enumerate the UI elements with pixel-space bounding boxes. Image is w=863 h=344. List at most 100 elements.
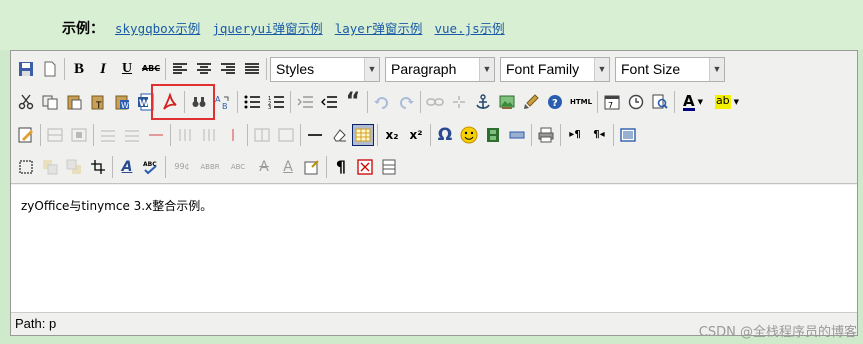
- strikethrough-button[interactable]: ABC: [140, 58, 162, 80]
- html-source-button[interactable]: HTML: [568, 91, 594, 113]
- insert-col-after-icon[interactable]: [198, 124, 220, 146]
- link-icon[interactable]: [424, 91, 446, 113]
- delete-row-icon[interactable]: [145, 124, 167, 146]
- split-cells-icon[interactable]: [251, 124, 273, 146]
- replace-icon[interactable]: AB: [212, 91, 234, 113]
- pdf-import-icon[interactable]: [159, 91, 181, 113]
- absolute-position-icon[interactable]: [87, 156, 109, 178]
- indent-icon[interactable]: [318, 91, 340, 113]
- page-break-icon[interactable]: [506, 124, 528, 146]
- paste-text-icon[interactable]: T: [87, 91, 109, 113]
- delete-col-icon[interactable]: [222, 124, 244, 146]
- insert-row-before-icon[interactable]: [97, 124, 119, 146]
- horizontal-rule-icon[interactable]: [304, 124, 326, 146]
- numbered-list-icon[interactable]: 123: [265, 91, 287, 113]
- anchor-icon[interactable]: [472, 91, 494, 113]
- move-backward-icon[interactable]: [63, 156, 85, 178]
- word-import-icon[interactable]: W: [135, 91, 157, 113]
- undo-icon[interactable]: [371, 91, 393, 113]
- outdent-icon[interactable]: [294, 91, 316, 113]
- link-jqueryui[interactable]: jqueryui弹窗示例: [212, 21, 322, 36]
- link-vuejs[interactable]: vue.js示例: [435, 21, 505, 36]
- special-char-button[interactable]: Ω: [434, 124, 456, 146]
- table-icon[interactable]: [352, 124, 374, 146]
- svg-text:B: B: [222, 102, 228, 110]
- insert-time-icon[interactable]: [625, 91, 647, 113]
- svg-text:3: 3: [268, 105, 271, 109]
- template-icon[interactable]: [378, 156, 400, 178]
- ins-icon[interactable]: A: [277, 156, 299, 178]
- blockquote-icon[interactable]: “: [342, 91, 364, 113]
- align-right-icon[interactable]: [217, 58, 239, 80]
- move-forward-icon[interactable]: [39, 156, 61, 178]
- unlink-icon[interactable]: [448, 91, 470, 113]
- copy-icon[interactable]: [39, 91, 61, 113]
- image-icon[interactable]: [496, 91, 518, 113]
- paste-word-icon[interactable]: W: [111, 91, 133, 113]
- underline-button[interactable]: U: [116, 58, 138, 80]
- edit-css-style-icon[interactable]: [15, 124, 37, 146]
- attributes-icon[interactable]: [301, 156, 323, 178]
- cleanup-icon[interactable]: [520, 91, 542, 113]
- acronym-icon[interactable]: ABC: [225, 156, 251, 178]
- bullet-list-icon[interactable]: [241, 91, 263, 113]
- remove-format-icon[interactable]: [328, 124, 350, 146]
- paste-icon[interactable]: [63, 91, 85, 113]
- show-blocks-button[interactable]: ¶: [330, 156, 352, 178]
- abbr-icon[interactable]: ABBR: [197, 156, 223, 178]
- italic-button[interactable]: I: [92, 58, 114, 80]
- subscript-button[interactable]: x₂: [381, 124, 403, 146]
- svg-text:?: ?: [552, 98, 558, 109]
- separator: [40, 124, 41, 146]
- align-center-icon[interactable]: [193, 58, 215, 80]
- new-document-icon[interactable]: [39, 58, 61, 80]
- insert-layer-icon[interactable]: [15, 156, 37, 178]
- cut-icon[interactable]: [15, 91, 37, 113]
- insert-date-icon[interactable]: 7: [601, 91, 623, 113]
- align-left-icon[interactable]: [169, 58, 191, 80]
- preview-icon[interactable]: [649, 91, 671, 113]
- separator: [184, 91, 185, 113]
- separator: [64, 58, 65, 80]
- toolbar-row-3: x₂ x² Ω ▸¶ ¶◂: [15, 121, 641, 149]
- help-icon[interactable]: ?: [544, 91, 566, 113]
- table-cell-props-icon[interactable]: [68, 124, 90, 146]
- table-row-props-icon[interactable]: [44, 124, 66, 146]
- find-icon[interactable]: [188, 91, 210, 113]
- cite-icon[interactable]: 99¢: [169, 156, 195, 178]
- spellchecker-icon[interactable]: ABC: [140, 156, 162, 178]
- rtl-icon[interactable]: ¶◂: [588, 124, 610, 146]
- visual-chars-icon[interactable]: [354, 156, 376, 178]
- emoticon-icon[interactable]: [458, 124, 480, 146]
- chevron-down-icon: ▼: [594, 57, 609, 81]
- background-color-button[interactable]: ab ▼: [710, 91, 744, 113]
- separator: [674, 91, 675, 113]
- separator: [290, 91, 291, 113]
- paragraph-select[interactable]: Paragraph ▼: [385, 56, 495, 82]
- bold-button[interactable]: B: [68, 58, 90, 80]
- font-size-select[interactable]: Font Size ▼: [615, 56, 725, 82]
- del-icon[interactable]: A: [253, 156, 275, 178]
- align-justify-icon[interactable]: [241, 58, 263, 80]
- toolbar-row-1: B I U ABC Styles ▼ Paragraph ▼ Font Fami…: [15, 55, 730, 83]
- insert-row-after-icon[interactable]: [121, 124, 143, 146]
- link-layer[interactable]: layer弹窗示例: [335, 21, 423, 36]
- styleprops-icon[interactable]: A: [116, 156, 138, 178]
- superscript-button[interactable]: x²: [405, 124, 427, 146]
- font-family-select[interactable]: Font Family ▼: [500, 56, 610, 82]
- text-color-button[interactable]: A ▼: [678, 91, 708, 113]
- background-color-icon: ab: [714, 94, 731, 109]
- fullscreen-icon[interactable]: [617, 124, 639, 146]
- save-icon[interactable]: [15, 58, 37, 80]
- link-skygqbox[interactable]: skygqbox示例: [115, 21, 200, 36]
- merge-cells-icon[interactable]: [275, 124, 297, 146]
- styles-select[interactable]: Styles ▼: [270, 56, 380, 82]
- redo-icon[interactable]: [395, 91, 417, 113]
- media-icon[interactable]: [482, 124, 504, 146]
- insert-col-before-icon[interactable]: [174, 124, 196, 146]
- toolbar-row-2: T W W AB 123 “ ? HTML 7 A ▼ ab ▼: [15, 88, 746, 116]
- content-paragraph[interactable]: zyOffice与tinymce 3.x整合示例。: [21, 197, 212, 214]
- editor-content-area[interactable]: zyOffice与tinymce 3.x整合示例。: [11, 185, 857, 312]
- print-icon[interactable]: [535, 124, 557, 146]
- ltr-icon[interactable]: ▸¶: [564, 124, 586, 146]
